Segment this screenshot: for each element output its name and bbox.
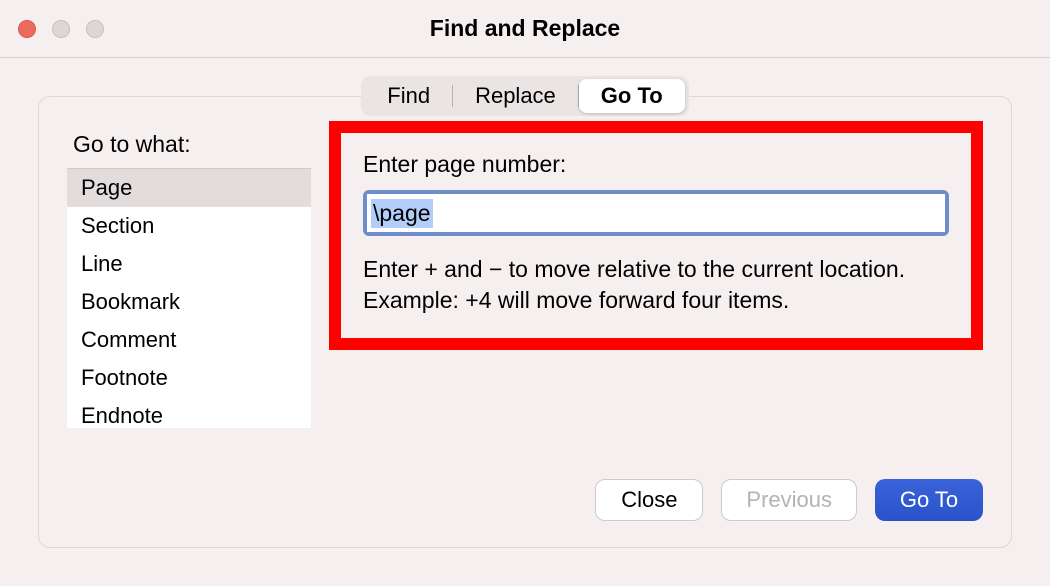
goto-hint-text: Enter + and − to move relative to the cu… (363, 254, 949, 316)
previous-button: Previous (721, 479, 857, 521)
footer-buttons: Close Previous Go To (595, 479, 983, 521)
goto-what-list[interactable]: Page Section Line Bookmark Comment Footn… (67, 168, 311, 428)
list-item-comment[interactable]: Comment (67, 321, 311, 359)
goto-input-label: Enter page number: (363, 151, 949, 178)
highlighted-region: Enter page number: \page Enter + and − t… (329, 121, 983, 350)
goto-what-section: Go to what: Page Section Line Bookmark C… (67, 131, 311, 428)
list-item-section[interactable]: Section (67, 207, 311, 245)
list-item-footnote[interactable]: Footnote (67, 359, 311, 397)
dialog-frame: Find Replace Go To Go to what: Page Sect… (0, 58, 1050, 566)
list-item-line[interactable]: Line (67, 245, 311, 283)
goto-input[interactable]: \page (367, 194, 945, 232)
tab-replace[interactable]: Replace (453, 79, 578, 113)
tabbar: Find Replace Go To (361, 76, 688, 116)
goto-what-label: Go to what: (73, 131, 311, 158)
titlebar: Find and Replace (0, 0, 1050, 58)
content-row: Go to what: Page Section Line Bookmark C… (67, 131, 983, 428)
go-to-button[interactable]: Go To (875, 479, 983, 521)
goto-input-value: \page (371, 199, 433, 228)
tab-find[interactable]: Find (365, 79, 452, 113)
list-item-endnote[interactable]: Endnote (67, 397, 311, 428)
window-title: Find and Replace (0, 15, 1050, 42)
list-item-page[interactable]: Page (67, 169, 311, 207)
tabbar-wrap: Find Replace Go To (38, 76, 1012, 116)
close-button[interactable]: Close (595, 479, 703, 521)
list-item-bookmark[interactable]: Bookmark (67, 283, 311, 321)
tab-go-to[interactable]: Go To (579, 79, 685, 113)
panel: Go to what: Page Section Line Bookmark C… (38, 96, 1012, 548)
goto-input-wrap[interactable]: \page (363, 190, 949, 236)
